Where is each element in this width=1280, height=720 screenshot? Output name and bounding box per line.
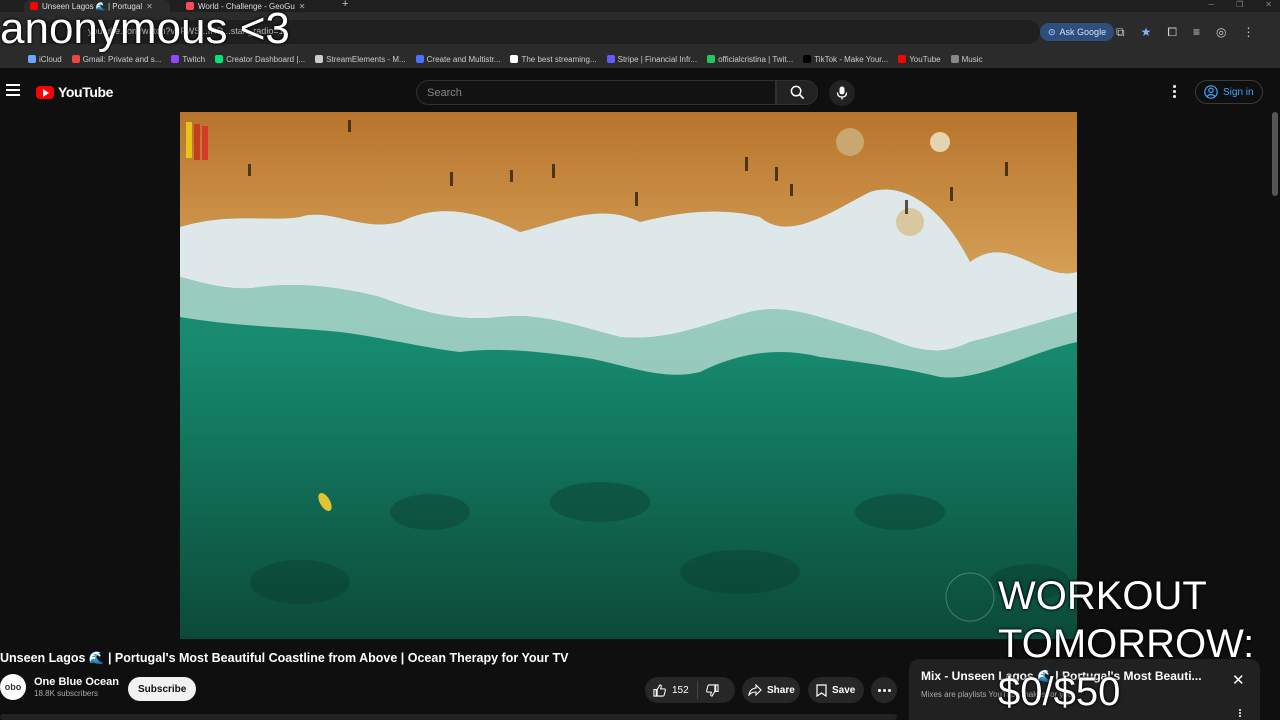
save-button[interactable]: Save bbox=[808, 677, 864, 703]
bookmark-label: Music bbox=[961, 54, 983, 64]
bookmark-favicon-icon bbox=[215, 55, 224, 63]
tab-close-icon[interactable]: ✕ bbox=[299, 2, 306, 11]
bookmark-item[interactable]: Gmail: Private and s... bbox=[71, 54, 162, 64]
bookmark-favicon-icon bbox=[950, 55, 959, 63]
minimize-icon[interactable]: ─ bbox=[1208, 0, 1214, 9]
voice-search-button[interactable] bbox=[829, 80, 855, 106]
microphone-icon bbox=[836, 86, 848, 100]
more-actions-icon[interactable] bbox=[871, 677, 897, 703]
subscriber-count: 18.8K subscribers bbox=[34, 689, 99, 698]
sign-in-label: Sign in bbox=[1223, 86, 1254, 98]
video-title: Unseen Lagos 🌊 | Portugal's Most Beautif… bbox=[0, 651, 569, 665]
bookmark-item[interactable]: StreamElements - M... bbox=[315, 55, 406, 64]
profile-icon[interactable]: ◎ bbox=[1216, 25, 1226, 40]
bookmark-favicon-icon bbox=[898, 55, 907, 63]
bookmark-label: iCloud bbox=[39, 54, 62, 64]
video-frame-image bbox=[180, 112, 1077, 639]
like-button[interactable]: 152 bbox=[645, 681, 698, 699]
bookmark-label: The best streaming... bbox=[521, 54, 597, 64]
bookmark-item[interactable]: Creator Dashboard |... bbox=[215, 55, 305, 64]
sign-in-button[interactable]: Sign in bbox=[1195, 80, 1263, 104]
bookmark-item[interactable]: Music bbox=[950, 54, 983, 64]
bookmark-item[interactable]: TikTok - Make Your... bbox=[803, 55, 888, 64]
browser-menu-icon[interactable]: ⋮ bbox=[1242, 25, 1254, 40]
like-count: 152 bbox=[672, 684, 689, 696]
search-input[interactable]: Search bbox=[416, 80, 776, 105]
bookmark-favicon-icon bbox=[707, 55, 716, 63]
window-controls: ─ ❐ ✕ bbox=[1208, 0, 1272, 9]
bookmark-item[interactable]: iCloud bbox=[28, 55, 62, 64]
bookmark-item[interactable]: Stripe | Financial Infr... bbox=[606, 54, 698, 64]
bookmark-item[interactable]: YouTube bbox=[898, 54, 941, 64]
stream-overlay-goal: WORKOUT TOMORROW: $0/$50 bbox=[998, 574, 1255, 714]
stream-overlay-username: anonymous <3 bbox=[0, 4, 290, 53]
description-box-edge bbox=[0, 714, 897, 720]
page-scrollbar[interactable] bbox=[1272, 112, 1278, 196]
channel-avatar[interactable]: obo bbox=[0, 674, 26, 700]
channel-name[interactable]: One Blue Ocean bbox=[34, 676, 119, 688]
bookmark-star-icon[interactable]: ★ bbox=[1141, 25, 1152, 40]
bookmark-label: TikTok - Make Your... bbox=[814, 54, 889, 64]
save-label: Save bbox=[832, 684, 856, 696]
bookmark-favicon-icon bbox=[510, 55, 519, 63]
subscribe-button[interactable]: Subscribe bbox=[128, 677, 197, 701]
channel-info[interactable]: obo One Blue Ocean 18.8K subscribers bbox=[0, 674, 119, 700]
youtube-logo[interactable]: YouTube bbox=[36, 84, 113, 100]
youtube-logo-text: YouTube bbox=[58, 84, 114, 100]
bookmark-favicon-icon bbox=[28, 55, 36, 63]
bookmark-favicon-icon bbox=[171, 55, 180, 63]
extensions-icon[interactable]: ⧠ bbox=[1167, 25, 1177, 40]
bookmark-label: officialcristina | Twit... bbox=[718, 54, 794, 64]
youtube-play-icon bbox=[36, 85, 54, 99]
google-lens-icon: ⊙ bbox=[1048, 27, 1056, 37]
account-icon bbox=[1204, 85, 1218, 99]
install-icon[interactable]: ⧉ bbox=[1116, 25, 1125, 40]
new-tab-icon[interactable]: + bbox=[342, 0, 348, 10]
bookmark-favicon-icon bbox=[71, 55, 80, 63]
share-arrow-icon bbox=[748, 684, 762, 696]
bookmark-favicon-icon bbox=[415, 55, 424, 63]
channel-text: One Blue Ocean 18.8K subscribers bbox=[34, 676, 119, 698]
search-icon bbox=[790, 85, 804, 100]
toolbar-icons: ⧉ ★ ⧠ ≡ ◎ ⋮ bbox=[1116, 25, 1254, 40]
bookmark-favicon-icon bbox=[803, 55, 812, 63]
youtube-header: YouTube Search Sign in bbox=[0, 72, 1280, 112]
bookmark-label: Creator Dashboard |... bbox=[226, 54, 306, 64]
media-controls-icon[interactable]: ≡ bbox=[1193, 25, 1200, 40]
share-label: Share bbox=[767, 684, 795, 696]
bookmark-label: YouTube bbox=[909, 54, 941, 64]
maximize-icon[interactable]: ❐ bbox=[1236, 0, 1243, 9]
video-player[interactable] bbox=[180, 112, 1077, 639]
bookmark-favicon-icon bbox=[606, 55, 615, 63]
bookmark-item[interactable]: The best streaming... bbox=[510, 54, 597, 64]
bookmark-item[interactable]: Create and Multistr... bbox=[415, 54, 501, 64]
bookmark-label: Stripe | Financial Infr... bbox=[617, 54, 698, 64]
ask-google-label: Ask Google bbox=[1059, 27, 1107, 37]
like-dislike-group: 152 bbox=[645, 677, 735, 703]
bookmark-label: Create and Multistr... bbox=[426, 54, 501, 64]
close-window-icon[interactable]: ✕ bbox=[1265, 0, 1272, 9]
hamburger-menu-icon[interactable] bbox=[6, 84, 20, 98]
bookmark-item[interactable]: Twitch bbox=[171, 55, 205, 64]
thumbs-down-icon bbox=[705, 683, 719, 697]
bookmark-label: Gmail: Private and s... bbox=[82, 54, 162, 64]
bookmark-label: StreamElements - M... bbox=[326, 54, 406, 64]
thumbs-up-icon bbox=[653, 683, 666, 697]
search-button[interactable] bbox=[776, 80, 818, 105]
bookmark-label: Twitch bbox=[182, 54, 206, 64]
bookmark-icon bbox=[816, 683, 827, 697]
dislike-button[interactable] bbox=[698, 683, 727, 697]
ask-google-button[interactable]: ⊙ Ask Google bbox=[1040, 23, 1115, 41]
settings-more-icon[interactable] bbox=[1169, 85, 1179, 98]
bookmark-favicon-icon bbox=[315, 55, 324, 63]
bookmark-item[interactable]: officialcristina | Twit... bbox=[707, 55, 793, 64]
share-button[interactable]: Share bbox=[742, 677, 800, 703]
